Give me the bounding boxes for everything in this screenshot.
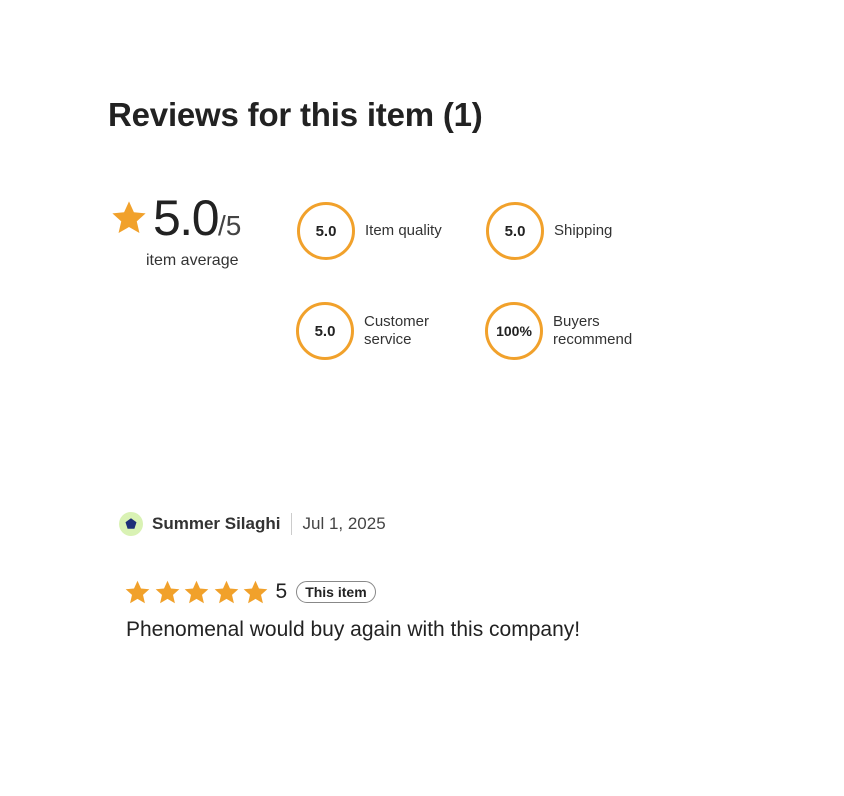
metric-score-circle: 5.0 <box>297 202 355 260</box>
reviews-heading: Reviews for this item (1) <box>108 96 483 133</box>
star-icon <box>184 580 209 603</box>
metric-label: Customer service <box>364 313 430 348</box>
divider <box>291 513 293 535</box>
metric-label: Buyers recommend <box>553 313 633 348</box>
average-rating-scale: /5 <box>218 210 242 241</box>
star-icon <box>112 201 146 234</box>
pentagon-icon <box>125 518 137 529</box>
metric-score-circle: 5.0 <box>486 202 544 260</box>
metric-buyers-recommend: 100% Buyers recommend <box>485 302 648 360</box>
star-icon <box>125 580 150 603</box>
metric-item-quality: 5.0 Item quality <box>297 202 460 260</box>
star-icon <box>214 580 238 603</box>
metric-label: Item quality <box>365 222 442 239</box>
metric-shipping: 5.0 Shipping <box>486 202 649 260</box>
metric-score-circle: 100% <box>485 302 543 360</box>
avatar[interactable] <box>119 512 143 536</box>
star-icon <box>243 580 268 603</box>
reviewer-name[interactable]: Summer Silaghi <box>152 514 280 534</box>
review-rating: 5 This item <box>124 577 376 607</box>
review-date: Jul 1, 2025 <box>302 514 386 533</box>
review-rating-value: 5 <box>275 580 288 603</box>
review-header: Summer Silaghi Jul 1, 2025 <box>119 511 386 537</box>
metric-customer-service: 5.0 Customer service <box>296 302 444 360</box>
metric-score-circle: 5.0 <box>296 302 354 360</box>
average-rating: 5.0/5 <box>153 188 241 256</box>
metric-label: Shipping <box>554 222 613 239</box>
star-icon <box>155 580 179 603</box>
review-text: Phenomenal would buy again with this com… <box>126 618 581 641</box>
average-rating-value: 5.0 <box>153 190 220 246</box>
this-item-badge: This item <box>296 581 376 603</box>
average-rating-label: item average <box>146 252 239 269</box>
